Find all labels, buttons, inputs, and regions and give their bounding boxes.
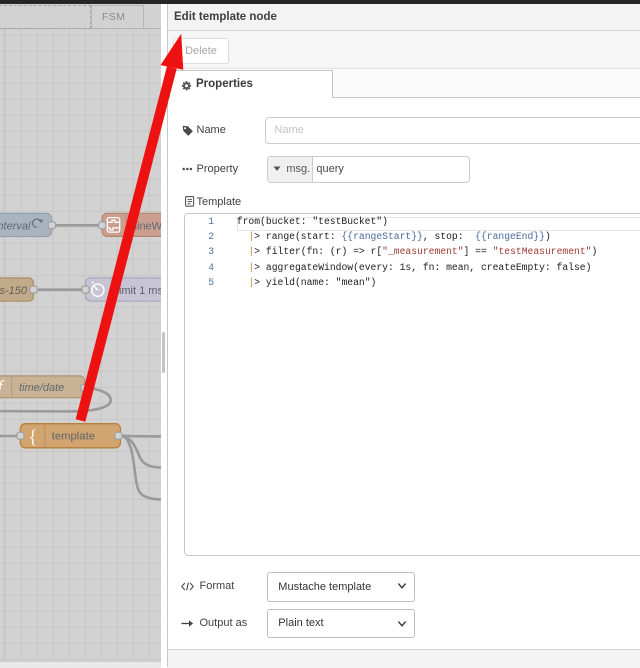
svg-text:sineWave: sineWave <box>132 221 162 233</box>
svg-text:ms-150: ms-150 <box>0 285 28 297</box>
svg-text:interval: interval <box>0 221 31 233</box>
svg-text:limit 1 ms: limit 1 ms <box>117 285 162 297</box>
svg-text:time/date: time/date <box>19 382 64 394</box>
svg-text:template: template <box>52 431 95 443</box>
svg-text:{: { <box>28 427 37 448</box>
